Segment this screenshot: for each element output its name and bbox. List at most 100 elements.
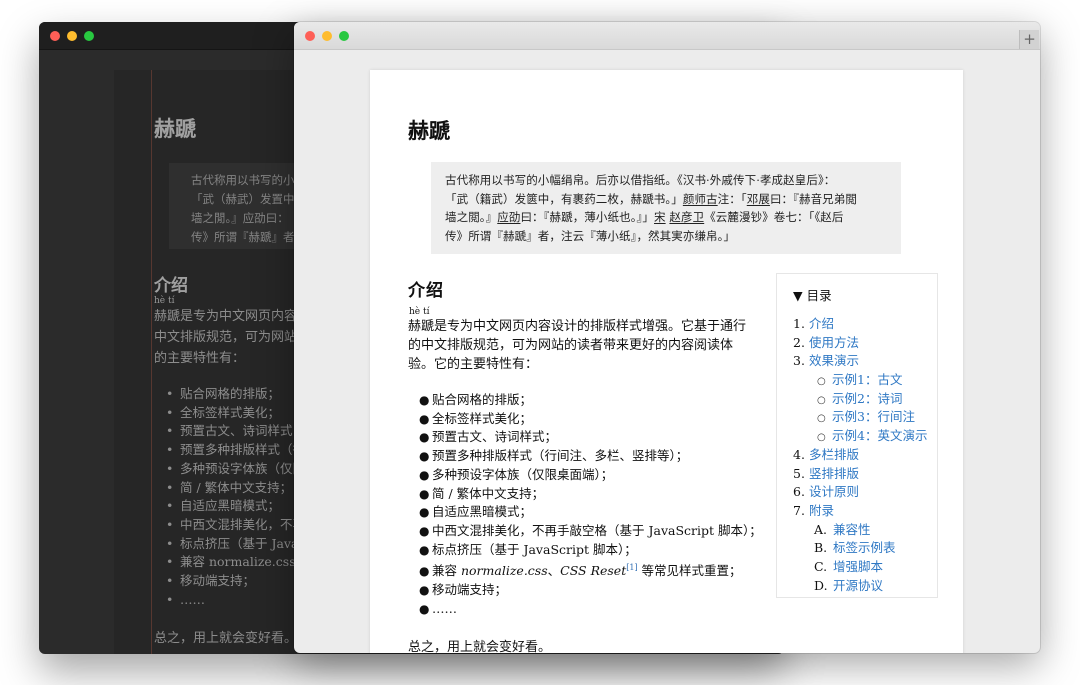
close-icon[interactable] bbox=[50, 31, 60, 41]
toc-item: 1. 介绍 bbox=[793, 315, 937, 334]
list-item-text: 全标签样式美化； bbox=[432, 410, 533, 426]
list-item-text: 多种预设字体族（仅限桌面端）； bbox=[432, 466, 614, 482]
list-item: ● 预置多种排版样式（行间注、多栏、竖排等）； bbox=[419, 447, 758, 466]
toc-link-example-3[interactable]: 示例3：行间注 bbox=[832, 409, 915, 424]
toc-link-appendix[interactable]: 附录 bbox=[809, 503, 834, 518]
list-item: 多种预设字体族（仅限 bbox=[166, 460, 296, 479]
book-title: 《云麓漫钞》卷七：「《赵后 bbox=[704, 210, 844, 225]
toc-subitem: ○ 示例4：英文演示 bbox=[793, 427, 937, 446]
minimize-icon[interactable] bbox=[322, 31, 332, 41]
summary-text: 总之，用上就会变好看。 bbox=[408, 640, 552, 653]
bullet-icon: ● bbox=[419, 542, 430, 557]
zoom-icon[interactable] bbox=[339, 31, 349, 41]
list-item: ● 标点挤压（基于 JavaScript 脚本）； bbox=[419, 541, 758, 560]
page-title: 赫蹏 bbox=[408, 118, 450, 143]
toc-number: D. bbox=[814, 577, 828, 593]
bullet-icon: ● bbox=[419, 601, 430, 616]
new-tab-button[interactable]: + bbox=[1019, 30, 1039, 49]
quote-text: 传》所谓『赫蹏』者，注云『薄小纸』，然其実亦缣帛。」 bbox=[445, 229, 736, 244]
footnote-link[interactable]: [1] bbox=[626, 563, 637, 572]
list-item-text: 等常见样式重置； bbox=[637, 563, 742, 579]
toc-item: 3. 效果演示 bbox=[793, 352, 937, 371]
bullet-icon: ● bbox=[419, 393, 430, 407]
toc-item: 5. 竖排排版 bbox=[793, 465, 937, 484]
quote-line: 墙之閲。』应劭曰：『赫蹏，薄小纸也。』」宋 赵彦卫《云麓漫钞》卷七：「《赵后 bbox=[445, 208, 891, 227]
proper-name: 邓展 bbox=[746, 191, 770, 206]
list-item-text: 预置多种排版样式（行间注、多栏、竖排等）； bbox=[432, 448, 689, 464]
toc-number: 5. bbox=[793, 465, 805, 481]
toc-link-compat[interactable]: 兼容性 bbox=[833, 522, 871, 537]
toc-link-design[interactable]: 设计原则 bbox=[809, 484, 859, 499]
toc-link-intro[interactable]: 介绍 bbox=[809, 316, 834, 331]
list-item: 预置古文、诗词样式； bbox=[166, 422, 296, 441]
toc-item: 2. 使用方法 bbox=[793, 334, 937, 353]
list-item: 预置多种排版样式（行 bbox=[166, 441, 296, 460]
list-item: 全标签样式美化； bbox=[166, 404, 296, 423]
table-of-contents: ▼ 目录 1. 介绍 2. 使用方法 3. 效果演示 ○ 示例1：古文 ○ 示例2：诗词 … bbox=[776, 273, 938, 598]
toc-number: 3. bbox=[793, 353, 805, 369]
proper-name: 颜师古 bbox=[682, 191, 718, 206]
list-item: ● 预置古文、诗词样式； bbox=[419, 428, 758, 447]
zoom-icon[interactable] bbox=[84, 31, 94, 41]
quote-line: 古代称用以书写的小幅绢帛。后亦以借指纸。《汉书·外戚传下·孝成赵皇后》： bbox=[445, 171, 891, 190]
toc-subitem: D. 开源协议 bbox=[793, 577, 937, 596]
close-icon[interactable] bbox=[305, 31, 315, 41]
feature-list: ● 贴合网格的排版； ● 全标签样式美化； ● 预置古文、诗词样式； ● 预置多种排版样… bbox=[419, 391, 762, 619]
toc-item: 7. 附录 bbox=[793, 502, 937, 521]
list-item: 兼容 normalize.css、C bbox=[166, 553, 296, 572]
toc-link-multicolumn[interactable]: 多栏排版 bbox=[809, 447, 859, 462]
toc-link-tag-table[interactable]: 标签示例表 bbox=[833, 540, 896, 555]
toc-link-script[interactable]: 增强脚本 bbox=[833, 559, 883, 574]
toc-number: 4. bbox=[793, 446, 805, 462]
quote-text: 注：「 bbox=[717, 191, 747, 206]
toc-subitem: C. 增强脚本 bbox=[793, 558, 937, 577]
toc-link-license[interactable]: 开源协议 bbox=[833, 578, 883, 593]
intro-section: 介绍 hè tí 赫蹏是专为中文网页内容设计的排版样式增强。它基于通行的中文排版… bbox=[408, 276, 762, 653]
toc-link-example-4[interactable]: 示例4：英文演示 bbox=[832, 428, 927, 443]
circle-bullet-icon: ○ bbox=[817, 376, 826, 388]
bullet-icon: ● bbox=[419, 583, 430, 598]
minimize-icon[interactable] bbox=[67, 31, 77, 41]
quote-line: 传》所谓『赫蹏』者，注云『薄小纸』，然其実亦缣帛。」 bbox=[445, 227, 891, 246]
ruby-annotation: hè tí bbox=[409, 307, 430, 317]
toc-link-example-2[interactable]: 示例2：诗词 bbox=[832, 391, 902, 406]
bullet-icon: ● bbox=[419, 564, 430, 579]
light-mode-window: + 赫蹏 古代称用以书写的小幅绢帛。后亦以借指纸。《汉书·外戚传下·孝成赵皇后》… bbox=[294, 22, 1040, 653]
list-item-text: 移动端支持； bbox=[432, 582, 508, 598]
window-controls bbox=[50, 31, 94, 41]
document-page: 赫蹏 古代称用以书写的小幅绢帛。后亦以借指纸。《汉书·外戚传下·孝成赵皇后》： … bbox=[370, 70, 963, 653]
toc-subitem: A. 兼容性 bbox=[793, 521, 937, 540]
toc-subitem: ○ 示例1：古文 bbox=[793, 371, 937, 390]
list-item: ●…… bbox=[419, 600, 758, 619]
toc-link-demo[interactable]: 效果演示 bbox=[809, 353, 859, 368]
toc-number: 6. bbox=[793, 484, 805, 500]
quote-text: 墙之閲。』 bbox=[445, 210, 498, 225]
list-item: ● 简 / 繁体中文支持； bbox=[419, 485, 758, 504]
quote-line: 「武（籍武）发篋中，有裹药二枚，赫蹏书。」颜师古注：「邓展曰：『赫音兄弟閲 bbox=[445, 190, 891, 209]
grid-guide-line bbox=[151, 70, 152, 654]
toc-number: A. bbox=[814, 521, 828, 537]
quote-text: 古代称用以书写的小幅绢帛。后亦以借指纸。《汉书·外戚传下·孝成赵皇后》： bbox=[445, 173, 836, 187]
toc-link-vertical[interactable]: 竖排排版 bbox=[809, 466, 859, 481]
toc-link-example-1[interactable]: 示例1：古文 bbox=[832, 372, 902, 387]
list-item: ● 中西文混排美化，不再手敲空格（基于 JavaScript 脚本）； bbox=[419, 522, 762, 541]
toc-toggle[interactable]: ▼ 目录 bbox=[793, 285, 937, 304]
toc-item: 4. 多栏排版 bbox=[793, 446, 937, 465]
code-name: CSS Reset bbox=[560, 563, 627, 579]
list-item: ● 自适应黑暗模式； bbox=[419, 503, 758, 522]
intro-paragraph: 赫蹏是专为中文网页内容设计的排版样式增强。它基于通行的中文排版规范，可为网站的读… bbox=[408, 319, 747, 372]
toc-number: C. bbox=[814, 558, 828, 574]
list-item-text: 贴合网格的排版； bbox=[432, 392, 533, 407]
toc-subitem: ○ 示例3：行间注 bbox=[793, 408, 937, 427]
proper-name: 应劭 bbox=[497, 210, 521, 225]
toc-number: B. bbox=[814, 540, 828, 556]
list-item: ● 兼容 normalize.css、CSS Reset[1] 等常见样式重置； bbox=[419, 559, 758, 581]
toc-link-usage[interactable]: 使用方法 bbox=[809, 335, 859, 350]
quote-text: 曰：『赫蹏，薄小纸也。』」 bbox=[520, 210, 655, 225]
list-item-text: …… bbox=[432, 600, 457, 616]
list-item: 移动端支持； bbox=[166, 572, 296, 591]
list-item-text: 标点挤压（基于 JavaScript 脚本）； bbox=[432, 541, 637, 557]
intro-line: 赫蹏是专为中文网页内容 bbox=[154, 309, 294, 324]
list-item: 贴合网格的排版； bbox=[166, 385, 296, 404]
bullet-icon: ● bbox=[419, 411, 430, 426]
